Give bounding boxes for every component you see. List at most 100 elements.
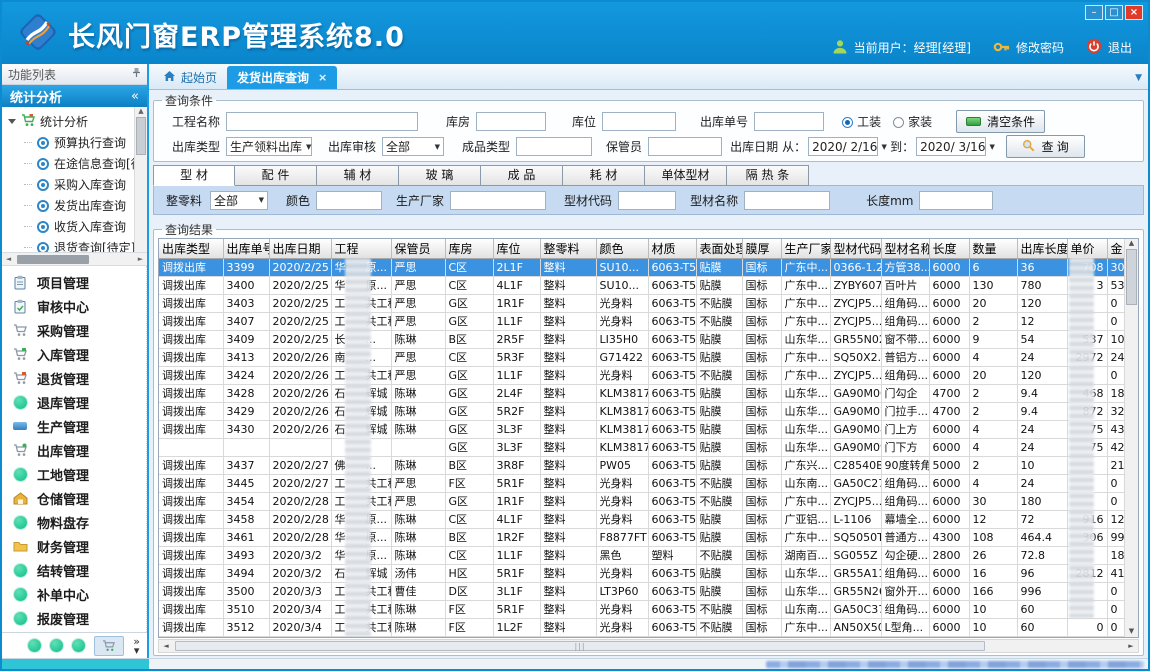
vertical-scrollbar[interactable]: ▲▼ — [1124, 239, 1138, 637]
chevron-down-icon[interactable]: ▼ — [1135, 73, 1142, 83]
column-header[interactable]: 库位 — [493, 239, 540, 258]
tree-item[interactable]: 退货查询[待定] — [2, 237, 147, 253]
minimize-button[interactable]: – — [1085, 5, 1103, 20]
sidebar-module[interactable]: 工地管理 — [2, 462, 146, 486]
product-type-input[interactable] — [516, 137, 592, 156]
column-header[interactable]: 材质 — [648, 239, 696, 258]
table-row[interactable]: 调拨出库34542020/2/28工共工程严思G区1R1F整料光身料6063-T… — [159, 492, 1124, 510]
tree-root-node[interactable]: 统计分析 — [2, 111, 147, 132]
table-row[interactable]: 调拨出库34002020/2/25华原...严思C区4L1F整料SU10...6… — [159, 276, 1124, 294]
scroll-right-icon[interactable]: ► — [1124, 642, 1138, 650]
out-type-select[interactable]: 生产领料出库▼ — [226, 137, 312, 156]
table-row[interactable]: 调拨出库34302020/2/26石辉城陈琳G区3L3F整料KLM3817606… — [159, 420, 1124, 438]
warehouse-input[interactable] — [476, 112, 546, 131]
column-header[interactable]: 出库单号 — [223, 239, 269, 258]
column-header[interactable]: 膜厚 — [742, 239, 781, 258]
material-tab[interactable]: 辅 材 — [317, 165, 399, 186]
column-header[interactable]: 出库长度 — [1017, 239, 1067, 258]
table-row[interactable]: 调拨出库34092020/2/25长...陈琳B区2R5F整料LI35H0606… — [159, 330, 1124, 348]
location-input[interactable] — [602, 112, 676, 131]
table-row[interactable]: 调拨出库34452020/2/27工共工程严思F区5R1F整料光身料6063-T… — [159, 474, 1124, 492]
table-row[interactable]: G区3L3F整料KLM38176063-T5贴膜国标山东华...GA90M09.… — [159, 438, 1124, 456]
expander-icon[interactable] — [8, 119, 16, 124]
column-header[interactable]: 库房 — [445, 239, 493, 258]
column-header[interactable]: 保管员 — [391, 239, 445, 258]
profile-name-input[interactable] — [744, 191, 830, 210]
table-row[interactable]: 调拨出库34582020/2/28华原...陈琳C区4L1F整料光身料6063-… — [159, 510, 1124, 528]
scroll-thumb[interactable] — [17, 255, 89, 264]
material-tab[interactable]: 单体型材 — [645, 165, 727, 186]
tree-horizontal-scrollbar[interactable]: ◄ ► — [2, 253, 147, 266]
material-tab[interactable]: 隔 热 条 — [727, 165, 809, 186]
sidebar-section-header[interactable]: 统计分析 « — [2, 85, 147, 107]
horizontal-scrollbar[interactable]: ◄ ||| ► — [158, 639, 1139, 653]
document-tab[interactable]: 起始页 — [153, 66, 227, 89]
material-tab[interactable]: 配 件 — [235, 165, 317, 186]
sidebar-module[interactable]: 报废管理 — [2, 606, 146, 630]
tree-vertical-scrollbar[interactable]: ▲ — [134, 107, 147, 252]
sidebar-module[interactable]: 退库管理 — [2, 390, 146, 414]
maker-input[interactable] — [450, 191, 546, 210]
tree-item[interactable]: 采购入库查询 — [2, 174, 147, 195]
tree-item[interactable]: 预算执行查询 — [2, 132, 147, 153]
column-header[interactable]: 单价 — [1067, 239, 1107, 258]
radio-home[interactable]: 家装 — [893, 113, 932, 130]
tree-item[interactable]: 发货出库查询 — [2, 195, 147, 216]
sidebar-module[interactable]: 生产管理 — [2, 414, 146, 438]
table-row[interactable]: 调拨出库34932020/3/2华原...陈琳C区1L1F整料黑色塑料不贴膜国标… — [159, 546, 1124, 564]
table-row[interactable]: 调拨出库34612020/2/28华原...陈琳B区1R2F整料F8877FT6… — [159, 528, 1124, 546]
column-header[interactable]: 金 — [1107, 239, 1124, 258]
column-header[interactable]: 型材代码 — [830, 239, 881, 258]
column-header[interactable]: 出库类型 — [159, 239, 223, 258]
table-row[interactable]: 调拨出库34072020/2/25工共工程严思G区1L1F整料光身料6063-T… — [159, 312, 1124, 330]
column-header[interactable]: 整零料 — [540, 239, 596, 258]
column-header[interactable]: 生产厂家 — [781, 239, 830, 258]
table-row[interactable]: 调拨出库35122020/3/4工共工程陈琳F区1L2F整料光身料6063-T5… — [159, 618, 1124, 636]
date-to-picker[interactable]: 2020/ 3/16▼ — [916, 137, 986, 156]
color-input[interactable] — [316, 191, 382, 210]
sidebar-module[interactable]: 物料盘存 — [2, 510, 146, 534]
material-tab[interactable]: 耗 材 — [563, 165, 645, 186]
table-row[interactable]: 调拨出库34372020/2/27佛...陈琳B区3R8F整料PW056063-… — [159, 456, 1124, 474]
material-tab[interactable]: 成 品 — [481, 165, 563, 186]
tab-close-icon[interactable]: × — [318, 71, 327, 84]
logout-link[interactable]: 退出 — [1108, 39, 1132, 56]
audit-select[interactable]: 全部▼ — [382, 137, 444, 156]
column-header[interactable]: 出库日期 — [269, 239, 331, 258]
sidebar-module[interactable]: 退货管理 — [2, 366, 146, 390]
collapse-icon[interactable]: « — [131, 89, 139, 104]
length-input[interactable] — [919, 191, 993, 210]
order-no-input[interactable] — [754, 112, 824, 131]
table-row[interactable]: 调拨出库34132020/2/26南...严思C区5R3F整料G71422606… — [159, 348, 1124, 366]
radio-work[interactable]: 工装 — [842, 113, 881, 130]
material-tab[interactable]: 玻 璃 — [399, 165, 481, 186]
table-row[interactable]: 调拨出库35002020/3/3工共工程曹佳D区3L1F整料LT3P606063… — [159, 582, 1124, 600]
pin-icon[interactable] — [132, 67, 141, 81]
maximize-button[interactable]: □ — [1105, 5, 1123, 20]
table-row[interactable]: 调拨出库33992020/2/25华原...严思C区2L1F整料SU10...6… — [159, 258, 1124, 276]
profile-code-input[interactable] — [618, 191, 676, 210]
sidebar-module[interactable]: 采购管理 — [2, 318, 146, 342]
sidebar-module[interactable]: 仓储管理 — [2, 486, 146, 510]
clear-conditions-button[interactable]: 清空条件 — [956, 110, 1045, 133]
project-name-input[interactable] — [226, 112, 418, 131]
column-header[interactable]: 长度 — [929, 239, 969, 258]
search-button[interactable]: 查 询 — [1006, 135, 1085, 158]
column-header[interactable]: 颜色 — [596, 239, 648, 258]
scroll-left-icon[interactable]: ◄ — [2, 255, 15, 263]
keeper-input[interactable] — [648, 137, 722, 156]
column-header[interactable]: 工程 — [331, 239, 391, 258]
more-modules-button[interactable]: »▾ — [133, 637, 140, 655]
table-row[interactable]: 调拨出库34032020/2/25工共工程严思G区1R1F整料光身料6063-T… — [159, 294, 1124, 312]
module-dot-icon[interactable] — [50, 639, 63, 652]
sidebar-module[interactable]: 入库管理 — [2, 342, 146, 366]
sidebar-module[interactable]: 项目管理 — [2, 270, 146, 294]
material-tab[interactable]: 型 材 — [153, 165, 235, 186]
change-password-link[interactable]: 修改密码 — [1016, 39, 1064, 56]
whole-piece-select[interactable]: 全部▼ — [210, 191, 268, 210]
sidebar-module[interactable]: 结转管理 — [2, 558, 146, 582]
document-tab[interactable]: 发货出库查询× — [227, 66, 337, 89]
module-dot-icon[interactable] — [28, 639, 41, 652]
scroll-right-icon[interactable]: ► — [134, 255, 147, 263]
column-header[interactable]: 型材名称 — [881, 239, 929, 258]
